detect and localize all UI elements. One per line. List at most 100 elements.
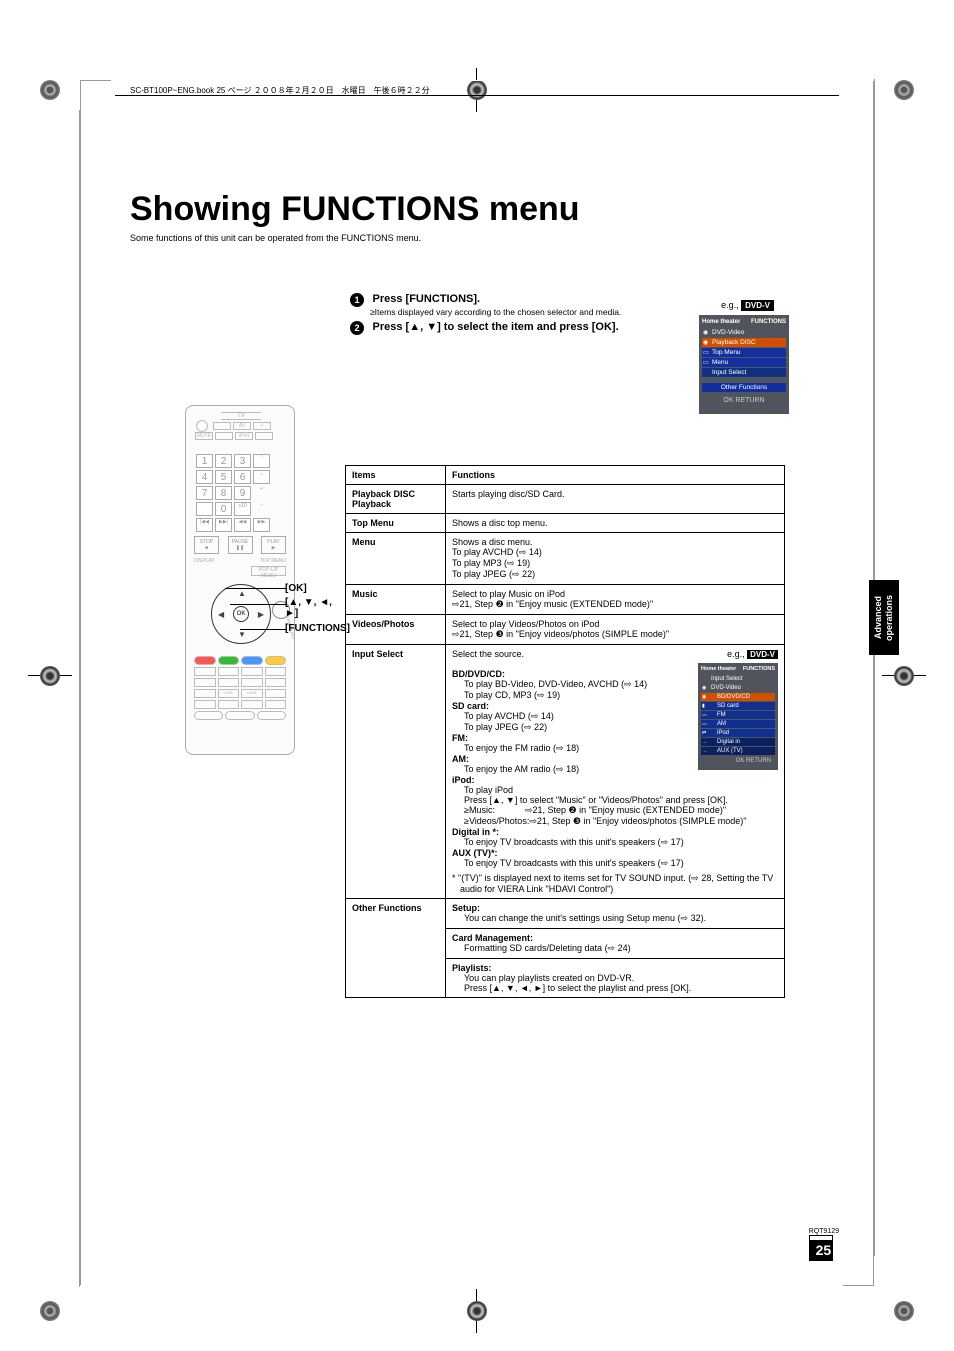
osd-example-label: e.g., DVD-V — [721, 300, 774, 311]
crop-mark-tr — [894, 80, 914, 100]
leader-line — [225, 588, 287, 589]
remote-bot-btn: −VOL — [218, 689, 240, 698]
remote-bot-btn — [265, 689, 287, 698]
osd2-item: ◉BD/DVD/CD — [701, 693, 775, 701]
remote-ge10: ≥10 — [234, 502, 251, 516]
color-btn-red — [194, 656, 216, 665]
remote-popup-btn: POP-UP MENU — [251, 566, 286, 576]
remote-num: 8 — [215, 486, 232, 500]
remote-bot-btn — [194, 700, 216, 709]
remote-cancel — [196, 502, 213, 516]
row-topmenu-item: Top Menu — [346, 514, 446, 533]
remote-num: 2 — [215, 454, 232, 468]
osd-hdr-right: FUNCTIONS — [751, 319, 786, 325]
step-2: 2 Press [▲, ▼] to select the item and pr… — [350, 321, 670, 335]
osd-title: ◉DVD-Video — [702, 328, 786, 337]
crop-mark-bl — [40, 1301, 60, 1321]
osd2-item: →AUX (TV) — [701, 747, 775, 755]
row-playback-func: Starts playing disc/SD Card. — [446, 485, 785, 514]
remote-plus: + — [253, 486, 270, 500]
remote-smallbtn: + — [253, 422, 271, 430]
osd-inputselect-menu: Home theaterFUNCTIONS Input Select ◉DVD-… — [698, 663, 778, 770]
remote-bot-btn — [225, 711, 254, 720]
doc-code: RQT9129 — [809, 1228, 839, 1235]
page-number: 25 — [810, 1240, 832, 1260]
row-playback-item: Playback DISC Playback — [346, 485, 446, 514]
row-menu-item: Menu — [346, 533, 446, 585]
row-input-func: Select the source.e.g., DVD-V Home theat… — [446, 645, 785, 899]
remote-callout-ok: [OK] — [285, 583, 307, 594]
remote-num: 7 — [196, 486, 213, 500]
osd-item-input: Input Select — [702, 368, 786, 377]
row-other-cardmgmt: Card Management:Formatting SD cards/Dele… — [446, 929, 785, 959]
remote-smallbtn: MUTE — [195, 432, 213, 440]
osd2-sub: ◉DVD-Video — [701, 684, 775, 692]
remote-num: 3 — [234, 454, 251, 468]
remote-vol-up: ⌃ — [253, 454, 270, 468]
osd-hdr-left: Home theater — [702, 319, 740, 325]
functions-table: ItemsFunctions Playback DISC PlaybackSta… — [345, 465, 785, 998]
remote-smallbtn: iPod — [235, 432, 253, 440]
page-footer: RQT9129 25 — [809, 1228, 839, 1261]
remote-num: 4 — [196, 470, 213, 484]
step-1: 1 Press [FUNCTIONS]. ≥Items displayed va… — [350, 293, 670, 317]
remote-skip-prev: |◀◀ — [196, 518, 213, 532]
remote-bot-btn — [241, 700, 263, 709]
menu-icon: ▭ — [703, 349, 709, 356]
remote-diagram: TV AV + MUTE iPod − 123⌃ 456⌄ 789+ 0≥10−… — [140, 405, 340, 755]
crop-mark-right — [894, 666, 914, 686]
remote-pause: PAUSE❚❚ — [228, 536, 253, 554]
color-btn-green — [218, 656, 240, 665]
osd2-item: 〰FM — [701, 711, 775, 719]
remote-skip-next: ▶▶| — [215, 518, 232, 532]
remote-bot-btn — [194, 711, 223, 720]
remote-num: 0 — [215, 502, 232, 516]
step-2-num: 2 — [350, 321, 364, 335]
remote-bot-btn — [218, 667, 240, 676]
osd2-item: 〰AM — [701, 720, 775, 728]
remote-body: TV AV + MUTE iPod − 123⌃ 456⌄ 789+ 0≥10−… — [185, 405, 295, 755]
page-title: Showing FUNCTIONS menu — [130, 190, 839, 229]
remote-num: 9 — [234, 486, 251, 500]
crop-mark-tl — [40, 80, 60, 100]
remote-callout-arrows: [▲, ▼, ◄, ►] — [285, 597, 340, 619]
remote-stop: STOP■ — [194, 536, 219, 554]
remote-num: 1 — [196, 454, 213, 468]
right-arrow-icon: ▶ — [258, 610, 264, 619]
remote-bot-btn — [241, 667, 263, 676]
leader-line — [240, 629, 287, 630]
osd-item-playback: ◉Playback DISC — [702, 338, 786, 347]
eg-prefix: e.g., — [721, 300, 741, 310]
osd2-item: ▮SD card — [701, 702, 775, 710]
osd2-title: Input Select — [701, 675, 775, 683]
crop-mark-left — [40, 666, 60, 686]
remote-callout-functions: [FUNCTIONS] — [285, 623, 350, 634]
disc-icon: ◉ — [703, 339, 708, 346]
remote-minus: − — [253, 502, 270, 516]
row-input-item: Input Select — [346, 645, 446, 899]
step-2-text: Press [▲, ▼] to select the item and pres… — [373, 321, 619, 333]
osd2-item: →Digital in — [701, 738, 775, 746]
th-items: Items — [346, 466, 446, 485]
remote-smallbtn: AV — [233, 422, 251, 430]
remote-bot-btn — [218, 700, 240, 709]
remote-nav-wheel: ▲ ▼ ◀ ▶ OK — [211, 584, 271, 644]
step-1-text: Press [FUNCTIONS]. — [373, 293, 481, 305]
osd-item-menu: ▭Menu — [702, 358, 786, 367]
remote-ok-btn: OK — [233, 606, 249, 622]
crop-mark-br — [894, 1301, 914, 1321]
remote-rew: ◀◀ — [234, 518, 251, 532]
row-topmenu-func: Shows a disc top menu. — [446, 514, 785, 533]
osd-item-other: Other Functions — [702, 383, 786, 392]
remote-smallbtn: − — [255, 432, 273, 440]
row-menu-func: Shows a disc menu. To play AVCHD (⇨ 14) … — [446, 533, 785, 585]
remote-tv-label: TV — [221, 412, 261, 420]
row-other-setup: Setup:You can change the unit's settings… — [446, 899, 785, 929]
color-btn-yellow — [265, 656, 287, 665]
remote-bot-btn — [194, 667, 216, 676]
step-1-note: ≥Items displayed vary according to the c… — [370, 307, 670, 317]
remote-smallbtn — [213, 422, 231, 430]
osd-footer: OK RETURN — [702, 397, 786, 404]
menu-icon: ▭ — [703, 359, 709, 366]
remote-bot-btn — [241, 678, 263, 687]
